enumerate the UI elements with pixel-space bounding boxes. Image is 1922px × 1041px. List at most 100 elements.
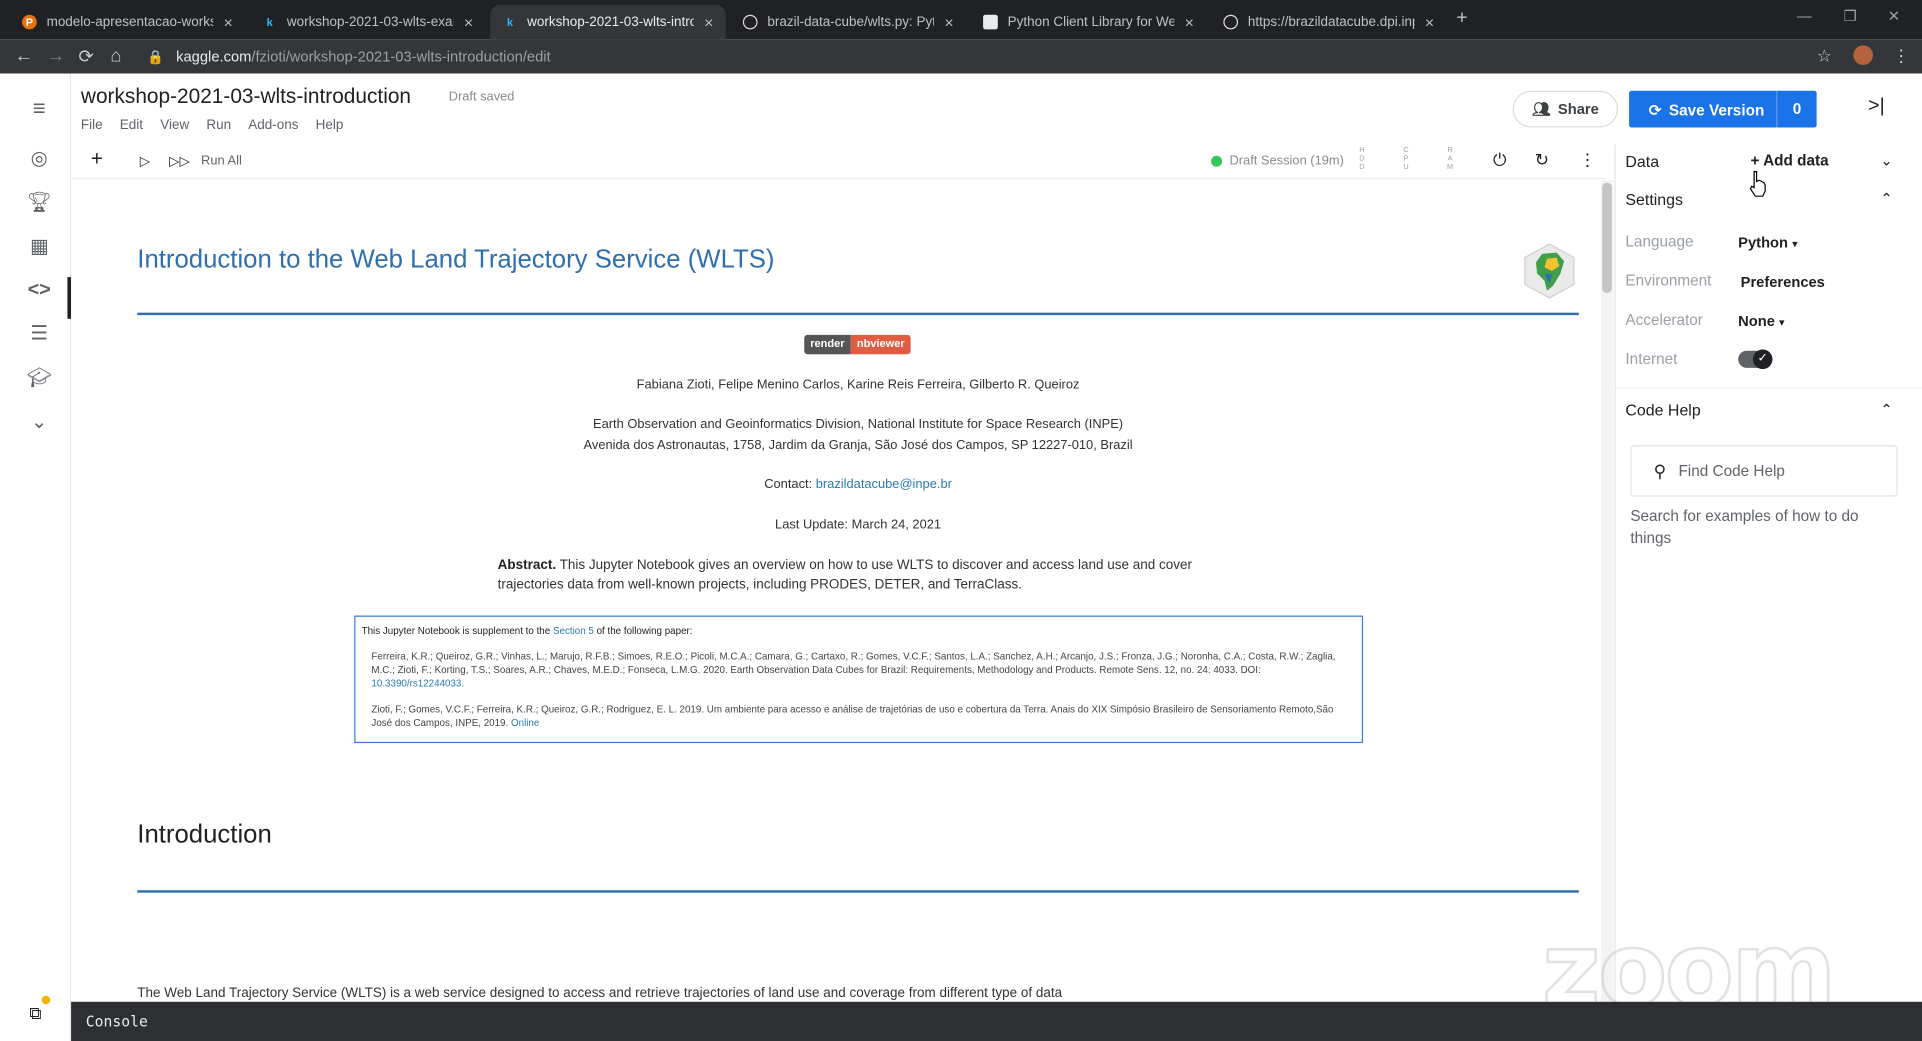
close-tab-icon[interactable]: × (1185, 13, 1194, 31)
close-tab-icon[interactable]: × (464, 13, 473, 31)
close-tab-icon[interactable]: × (944, 13, 953, 31)
run-all-icon[interactable]: ▷▷ (169, 153, 190, 170)
browser-tab[interactable]: brazil-data-cube/wlts.py: Python × (731, 5, 966, 39)
copy-icon[interactable]: ⧉ (29, 1003, 51, 1025)
code-help-description: Search for examples of how to do things (1630, 507, 1859, 547)
introduction-text: The Web Land Trajectory Service (WLTS) i… (137, 985, 1063, 1001)
menu-bar: File Edit View Run Add-ons Help (81, 118, 344, 133)
code-icon[interactable]: <> (26, 277, 53, 304)
environment-preferences[interactable]: Preferences (1741, 273, 1825, 290)
heading-divider (137, 312, 1579, 316)
language-select[interactable]: Python ▾ (1738, 234, 1798, 251)
close-tab-icon[interactable]: × (224, 13, 233, 31)
brazil-data-cube-logo (1524, 243, 1575, 299)
tab-title: https://brazildatacube.dpi.inpe.b (1247, 14, 1415, 30)
browser-tab[interactable]: k workshop-2021-03-wlts-example × (250, 5, 485, 39)
check-icon: ✓ (1752, 349, 1773, 370)
reload-icon[interactable]: ⟳ (78, 45, 93, 68)
restart-icon[interactable]: ↻ (1535, 150, 1549, 171)
session-status-dot (1211, 155, 1223, 167)
hand-cursor-icon (1749, 171, 1766, 197)
chevron-down-icon[interactable]: ⌄ (26, 410, 53, 437)
discussion-icon[interactable]: ☰ (26, 321, 53, 348)
chevron-up-icon[interactable]: ⌃ (1880, 401, 1892, 418)
chevron-up-icon[interactable]: ⌃ (1880, 190, 1892, 207)
notebook-title[interactable]: workshop-2021-03-wlts-introduction (81, 85, 411, 110)
console-bar[interactable]: Console (71, 1001, 1922, 1041)
section-5-link[interactable]: Section 5 (553, 625, 594, 636)
menu-edit[interactable]: Edit (120, 118, 143, 133)
trophy-icon[interactable]: 🏆︎ (26, 190, 53, 217)
scrollbar-thumb[interactable] (1602, 182, 1612, 294)
collapse-panel-icon[interactable]: >| (1868, 96, 1885, 118)
tab-favicon-icon: k (506, 15, 513, 29)
affiliation: Earth Observation and Geoinformatics Div… (592, 416, 1124, 432)
hamburger-menu-icon[interactable]: ≡ (26, 94, 53, 121)
more-options-icon[interactable]: ⋮ (1579, 150, 1596, 171)
menu-view[interactable]: View (160, 118, 189, 133)
github-icon (742, 14, 758, 30)
browser-tab-active[interactable]: k workshop-2021-03-wlts-introdu × (490, 4, 726, 40)
data-section-label[interactable]: Data (1625, 152, 1659, 170)
doi-link[interactable]: 10.3390/rs12244033. (371, 678, 464, 689)
browser-tab[interactable]: P modelo-apresentacao-workshop × (10, 5, 245, 39)
abstract: Abstract. This Jupyter Notebook gives an… (498, 555, 1233, 594)
code-help-search-input[interactable]: ⚲ Find Code Help (1630, 445, 1898, 497)
back-icon[interactable]: ← (15, 45, 33, 66)
run-cell-icon[interactable]: ▷ (140, 153, 150, 170)
url-host: kaggle.com (176, 47, 252, 65)
browser-tab[interactable]: Python Client Library for Web La × (971, 5, 1206, 39)
close-tab-icon[interactable]: × (704, 13, 713, 31)
learn-icon[interactable]: 🎓︎ (26, 365, 53, 392)
profile-avatar[interactable] (1853, 45, 1874, 65)
tab-title: Python Client Library for Web La (1007, 14, 1175, 30)
home-icon[interactable]: ⌂ (110, 45, 121, 66)
bookmark-star-icon[interactable]: ☆ (1817, 45, 1832, 66)
minimize-icon[interactable]: — (1797, 7, 1812, 24)
badge-nbviewer: nbviewer (850, 334, 911, 355)
browser-menu-icon[interactable]: ⋮ (1893, 45, 1910, 66)
session-status[interactable]: Draft Session (19m) (1229, 153, 1343, 168)
table-icon[interactable]: ▦ (26, 234, 53, 261)
power-icon[interactable]: ⏻ (1493, 150, 1507, 171)
badge-render: render (804, 334, 851, 355)
restore-icon[interactable]: ❐ (1844, 7, 1857, 24)
introduction-divider (137, 890, 1579, 893)
accelerator-select[interactable]: None ▾ (1738, 313, 1784, 330)
compass-icon[interactable]: ◎ (26, 146, 53, 173)
new-tab-icon[interactable]: + (1456, 7, 1467, 29)
notebook-toolbar: + ▷ ▷▷ Run All Draft Session (19m) HDD C… (71, 144, 1606, 180)
close-tab-icon[interactable]: × (1425, 13, 1434, 31)
contact-email-link[interactable]: brazildatacube@inpe.br (816, 477, 952, 492)
settings-section-label[interactable]: Settings (1625, 190, 1683, 208)
menu-add-ons[interactable]: Add-ons (248, 118, 298, 133)
online-link[interactable]: Online (511, 717, 539, 728)
internet-toggle[interactable]: ✓ (1738, 349, 1773, 370)
lock-icon: 🔒 (147, 49, 164, 65)
nbviewer-badge[interactable]: render nbviewer (804, 334, 911, 355)
run-all-button[interactable]: Run All (201, 153, 242, 168)
add-cell-icon[interactable]: + (91, 147, 103, 172)
close-window-icon[interactable]: ✕ (1888, 7, 1900, 24)
reference-box: This Jupyter Notebook is supplement to t… (354, 615, 1364, 744)
browser-tab[interactable]: https://brazildatacube.dpi.inpe.b × (1211, 5, 1446, 39)
plus-icon: + (1750, 152, 1764, 170)
url-field[interactable]: 🔒 kaggle.com/fzioti/workshop-2021-03-wlt… (147, 43, 1863, 70)
code-help-placeholder: Find Code Help (1678, 462, 1785, 480)
share-button[interactable]: 👥︎ Share (1512, 90, 1619, 128)
ram-meter: RAM (1447, 147, 1454, 172)
forward-icon[interactable]: → (47, 45, 65, 66)
code-help-section-label[interactable]: Code Help (1625, 401, 1700, 419)
add-data-button[interactable]: + Add data (1750, 152, 1828, 169)
abstract-text: This Jupyter Notebook gives an overview … (497, 557, 1192, 593)
menu-help[interactable]: Help (316, 118, 344, 133)
address-bar: ← → ⟳ ⌂ 🔒 kaggle.com/fzioti/workshop-202… (0, 39, 1922, 74)
chevron-down-icon[interactable]: ⌄ (1880, 152, 1892, 169)
reference-1-text: Ferreira, K.R.; Queiroz, G.R.; Vinhas, L… (371, 651, 1336, 676)
notebook-scrollbar[interactable] (1600, 180, 1614, 1002)
menu-run[interactable]: Run (206, 118, 231, 133)
notebook-header: workshop-2021-03-wlts-introduction Draft… (71, 73, 1922, 145)
menu-file[interactable]: File (81, 118, 103, 133)
version-count[interactable]: 0 (1776, 90, 1816, 128)
save-version-button[interactable]: ⟳ Save Version 0 (1629, 90, 1817, 128)
